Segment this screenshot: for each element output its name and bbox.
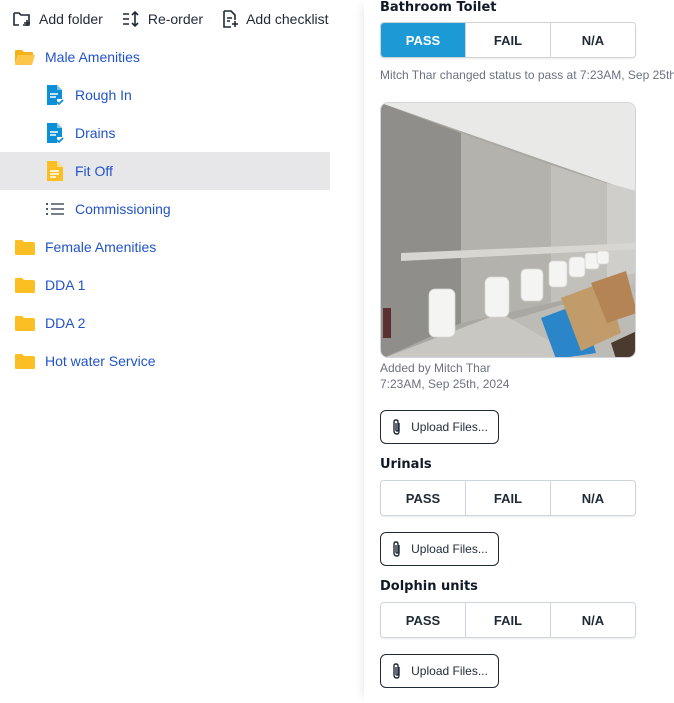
tree-item-drains[interactable]: Drains [0, 114, 330, 152]
pass-button[interactable]: PASS [381, 481, 466, 515]
tree-folder-female-amenities[interactable]: Female Amenities [0, 228, 330, 266]
fail-button[interactable]: FAIL [466, 23, 551, 57]
item-title-dolphin-units: Dolphin units [380, 579, 478, 594]
tree-folder-dda-2[interactable]: DDA 2 [0, 304, 330, 342]
upload-files-button[interactable]: Upload Files... [380, 532, 499, 566]
folder-icon [14, 274, 36, 296]
reorder-icon [122, 10, 139, 28]
paperclip-icon [393, 541, 400, 557]
add-folder-icon [13, 12, 30, 26]
na-button[interactable]: N/A [551, 23, 635, 57]
tree-folder-male-amenities[interactable]: Male Amenities [0, 38, 330, 76]
tree-label: DDA 2 [45, 315, 86, 331]
folder-icon [14, 350, 36, 372]
upload-files-button[interactable]: Upload Files... [380, 410, 499, 444]
status-change-log: Mitch Thar changed status to pass at 7:2… [380, 68, 674, 82]
upload-files-button[interactable]: Upload Files... [380, 654, 499, 688]
pass-button[interactable]: PASS [381, 23, 466, 57]
photo-attribution: Added by Mitch Thar 7:23AM, Sep 25th, 20… [380, 360, 509, 392]
na-button[interactable]: N/A [551, 603, 635, 637]
paperclip-icon [393, 419, 400, 435]
status-selector-dolphin-units: PASS FAIL N/A [380, 602, 636, 638]
document-icon [44, 160, 66, 182]
tree-folder-dda-1[interactable]: DDA 1 [0, 266, 330, 304]
checklist-detail-panel: Bathroom Toilet PASS FAIL N/A Mitch Thar… [380, 0, 674, 703]
checklist-tree: Male Amenities Rough In Drains Fit Off C… [0, 38, 330, 380]
tree-label: Rough In [75, 87, 132, 103]
reorder-button[interactable]: Re-order [121, 10, 203, 28]
checklist-tree-panel: Add folder Re-order Add checklist Male A… [0, 0, 364, 703]
status-selector-bathroom-toilet: PASS FAIL N/A [380, 22, 636, 58]
pass-button[interactable]: PASS [381, 603, 466, 637]
tree-label: Fit Off [75, 163, 113, 179]
tree-item-fit-off[interactable]: Fit Off [0, 152, 330, 190]
tree-label: Drains [75, 125, 116, 141]
item-title-urinals: Urinals [380, 457, 432, 472]
reorder-label: Re-order [147, 11, 204, 27]
add-checklist-button[interactable]: Add checklist [221, 9, 329, 29]
photo-timestamp: 7:23AM, Sep 25th, 2024 [380, 377, 510, 391]
tree-item-commissioning[interactable]: Commissioning [0, 190, 330, 228]
bathroom-photo-image [381, 103, 635, 357]
attached-photo[interactable] [380, 102, 636, 358]
checked-document-icon [44, 84, 66, 106]
folder-icon [14, 312, 36, 334]
upload-files-label: Upload Files... [411, 420, 488, 434]
tree-toolbar: Add folder Re-order Add checklist [0, 0, 364, 38]
upload-files-label: Upload Files... [411, 542, 488, 556]
folder-icon [14, 236, 36, 258]
fail-button[interactable]: FAIL [466, 603, 551, 637]
photo-added-by: Added by Mitch Thar [380, 361, 491, 375]
status-selector-urinals: PASS FAIL N/A [380, 480, 636, 516]
add-folder-label: Add folder [39, 11, 103, 27]
tree-label: Male Amenities [45, 49, 140, 65]
tree-label: Commissioning [75, 201, 171, 217]
tree-label: DDA 1 [45, 277, 86, 293]
checked-document-icon [44, 122, 66, 144]
upload-files-label: Upload Files... [411, 664, 488, 678]
tree-label: Hot water Service [45, 353, 156, 369]
folder-open-icon [14, 46, 36, 68]
tree-folder-hot-water-service[interactable]: Hot water Service [0, 342, 330, 380]
tree-label: Female Amenities [45, 239, 157, 255]
fail-button[interactable]: FAIL [466, 481, 551, 515]
na-button[interactable]: N/A [551, 481, 635, 515]
item-title-bathroom-toilet: Bathroom Toilet [380, 0, 497, 15]
add-checklist-label: Add checklist [246, 11, 329, 27]
list-icon [44, 198, 66, 220]
tree-item-rough-in[interactable]: Rough In [0, 76, 330, 114]
paperclip-icon [393, 663, 400, 679]
add-checklist-icon [223, 10, 239, 28]
add-folder-button[interactable]: Add folder [12, 10, 103, 28]
